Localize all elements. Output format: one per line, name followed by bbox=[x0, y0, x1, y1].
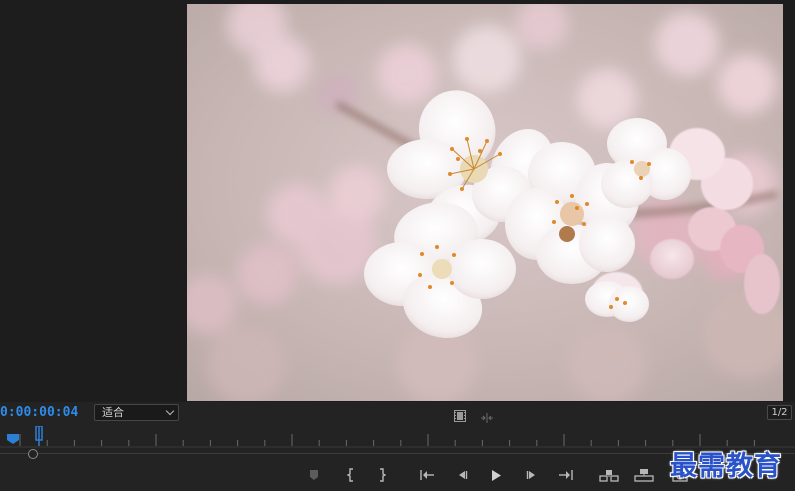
watermark-logo: 最需教育 bbox=[670, 451, 782, 482]
playhead-timecode[interactable]: 0:00:00:04 bbox=[0, 405, 78, 420]
playhead-indicator[interactable] bbox=[35, 426, 43, 446]
mark-out-icon[interactable] bbox=[376, 467, 388, 483]
playhead-marker-icon[interactable] bbox=[6, 433, 20, 445]
monitor-controls-row: 0:00:00:04 适合 1/2 bbox=[0, 402, 795, 424]
video-preview bbox=[187, 4, 783, 401]
go-to-in-icon[interactable] bbox=[418, 467, 436, 483]
playback-resolution-select[interactable]: 1/2 bbox=[767, 405, 792, 420]
overwrite-icon[interactable] bbox=[633, 467, 655, 483]
zoom-fit-value: 适合 bbox=[102, 406, 124, 419]
safe-margins-icon[interactable] bbox=[480, 408, 494, 423]
chevron-down-icon bbox=[165, 406, 175, 416]
blossom-photo bbox=[187, 4, 783, 401]
go-to-out-icon[interactable] bbox=[557, 467, 575, 483]
step-forward-icon[interactable] bbox=[525, 467, 539, 483]
film-frame-icon[interactable] bbox=[454, 407, 466, 422]
program-monitor bbox=[0, 0, 795, 402]
step-back-icon[interactable] bbox=[455, 467, 469, 483]
play-icon[interactable] bbox=[489, 467, 503, 483]
mark-in-icon[interactable] bbox=[345, 467, 357, 483]
marker-icon[interactable] bbox=[308, 467, 320, 483]
zoom-scroll-handle[interactable] bbox=[28, 449, 38, 459]
zoom-fit-select[interactable]: 适合 bbox=[94, 404, 179, 421]
insert-icon[interactable] bbox=[598, 467, 620, 483]
